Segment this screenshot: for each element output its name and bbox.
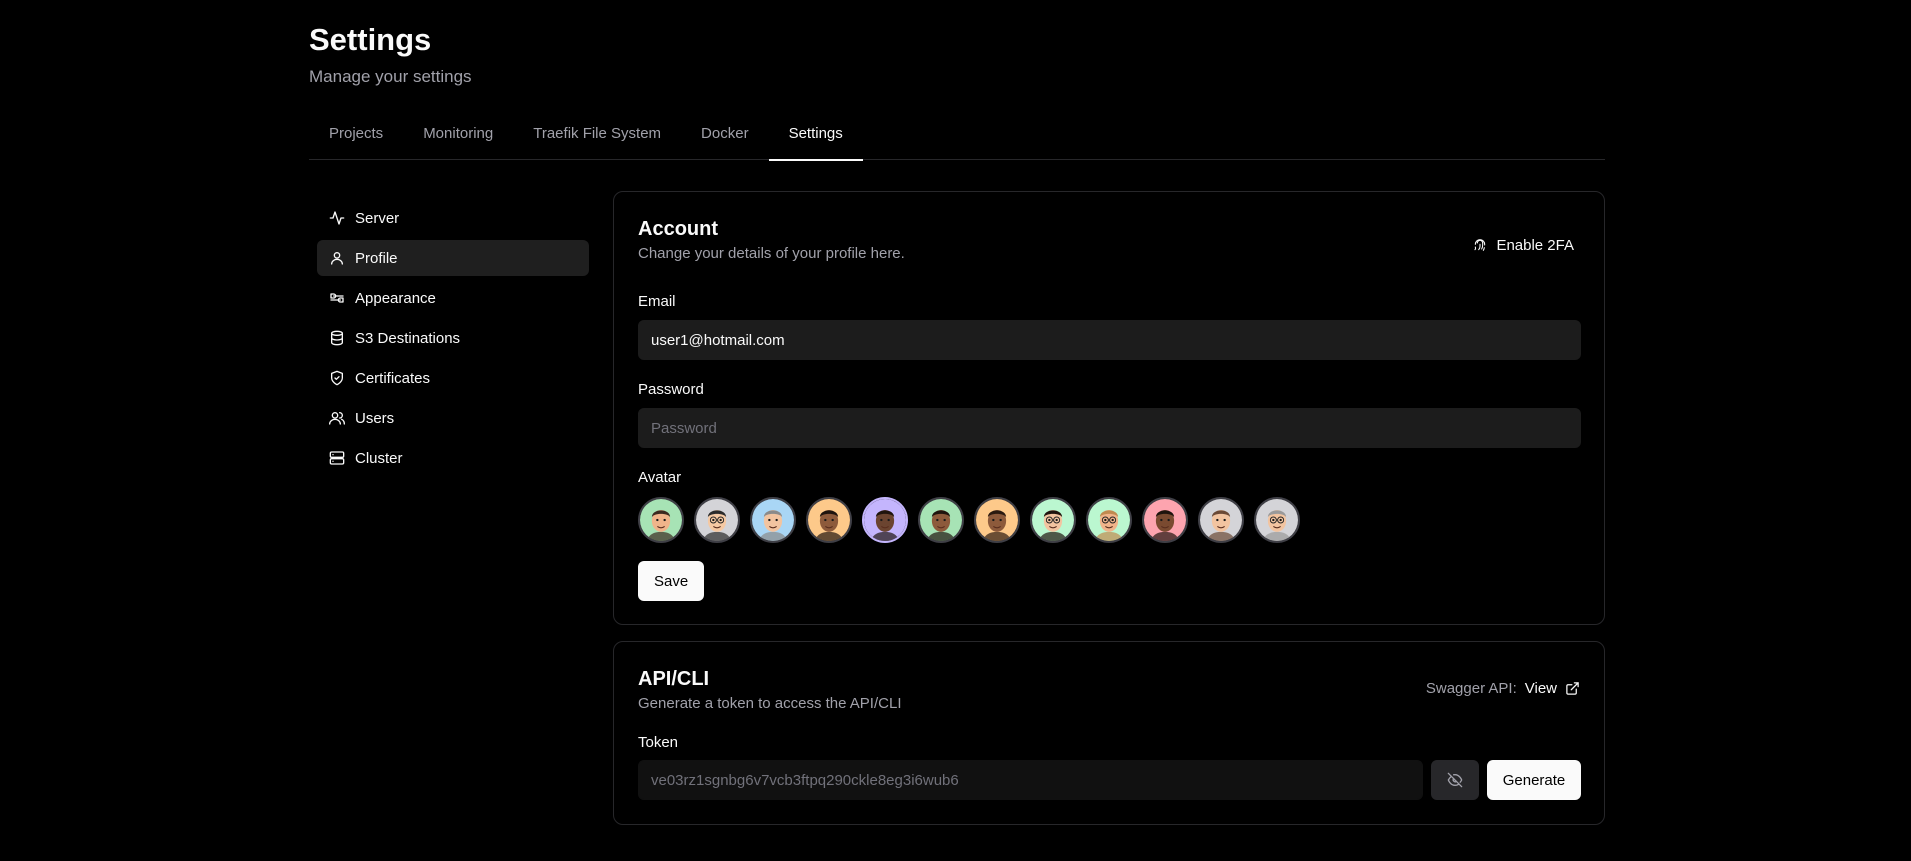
avatar-face-icon [696,499,738,541]
external-link-icon [1566,682,1579,695]
sidebar-item-certificates[interactable]: Certificates [317,360,589,396]
top-tabs: Projects Monitoring Traefik File System … [309,118,1605,161]
avatar-face-icon [808,499,850,541]
swagger-view-label: View [1524,680,1557,697]
avatar-option[interactable] [1142,497,1188,543]
activity-icon [329,210,345,226]
database-icon [329,330,345,346]
sidebar-item-users[interactable]: Users [317,400,589,436]
sidebar-item-appearance[interactable]: Appearance [317,280,589,316]
sidebar-item-label: Profile [355,249,398,267]
user-icon [329,250,345,266]
avatar-picker [638,497,1310,543]
avatar-option[interactable] [918,497,964,543]
users-icon [329,410,345,426]
eye-off-icon [1447,772,1463,788]
server-icon [329,450,345,466]
page-subtitle: Manage your settings [309,67,472,86]
account-title: Account [638,218,718,240]
tab-settings[interactable]: Settings [768,118,863,161]
token-label: Token [638,734,679,751]
sidebar-item-server[interactable]: Server [317,200,589,236]
avatar-face-icon [1032,499,1074,541]
avatar-option[interactable] [806,497,852,543]
api-description: Generate a token to access the API/CLI [638,695,902,712]
swagger-api-label: Swagger API: [1425,680,1517,697]
avatar-face-icon [1200,499,1242,541]
avatar-face-icon [1256,499,1298,541]
toggle-token-visibility-button[interactable] [1431,760,1479,800]
save-button[interactable]: Save [638,561,705,601]
api-cli-card: API/CLI Generate a token to access the A… [613,641,1605,825]
sidebar-item-profile[interactable]: Profile [317,240,589,276]
tab-projects[interactable]: Projects [309,118,403,160]
avatar-option[interactable] [1086,497,1132,543]
sidebar-item-label: Appearance [355,289,436,307]
avatar-face-icon [1088,499,1130,541]
avatar-option[interactable] [862,497,908,543]
tab-monitoring[interactable]: Monitoring [403,118,513,160]
email-label: Email [638,293,676,310]
page-title: Settings [309,22,432,57]
sidebar-item-label: Cluster [355,449,403,467]
avatar-face-icon [864,499,906,541]
settings-sidebar: Server Profile Appearance S3 Destination… [317,200,589,480]
sidebar-item-cluster[interactable]: Cluster [317,440,589,476]
account-description: Change your details of your profile here… [638,245,905,262]
avatar-face-icon [976,499,1018,541]
generate-token-button[interactable]: Generate [1487,760,1581,800]
token-field[interactable] [638,760,1423,800]
avatar-label: Avatar [638,469,682,486]
enable-2fa-label: Enable 2FA [1496,236,1574,254]
enable-2fa-button[interactable]: Enable 2FA [1472,230,1574,260]
avatar-option[interactable] [638,497,684,543]
fingerprint-icon [1474,239,1486,251]
tab-traefik-file-system[interactable]: Traefik File System [513,118,681,160]
password-label: Password [638,381,704,398]
avatar-option[interactable] [694,497,740,543]
swagger-view-link[interactable]: View [1525,680,1580,697]
email-field[interactable] [638,320,1581,360]
avatar-option[interactable] [750,497,796,543]
avatar-face-icon [920,499,962,541]
swagger-api: Swagger API: View [1426,680,1580,697]
avatar-option[interactable] [1198,497,1244,543]
avatar-face-icon [752,499,794,541]
sidebar-item-label: S3 Destinations [355,329,461,347]
sidebar-item-label: Server [355,209,400,227]
page-header: Settings Manage your settings [309,20,472,88]
avatar-face-icon [640,499,682,541]
avatar-option[interactable] [974,497,1020,543]
api-title: API/CLI [638,668,710,690]
password-field[interactable] [638,408,1581,448]
avatar-option[interactable] [1030,497,1076,543]
avatar-option[interactable] [1254,497,1300,543]
sidebar-item-label: Users [355,409,395,427]
tab-docker[interactable]: Docker [681,118,769,160]
sidebar-item-s3-destinations[interactable]: S3 Destinations [317,320,589,356]
shield-check-icon [329,370,345,386]
sidebar-item-label: Certificates [355,369,431,387]
palette-icon [329,290,345,306]
avatar-face-icon [1144,499,1186,541]
account-card: Account Change your details of your prof… [613,191,1605,625]
